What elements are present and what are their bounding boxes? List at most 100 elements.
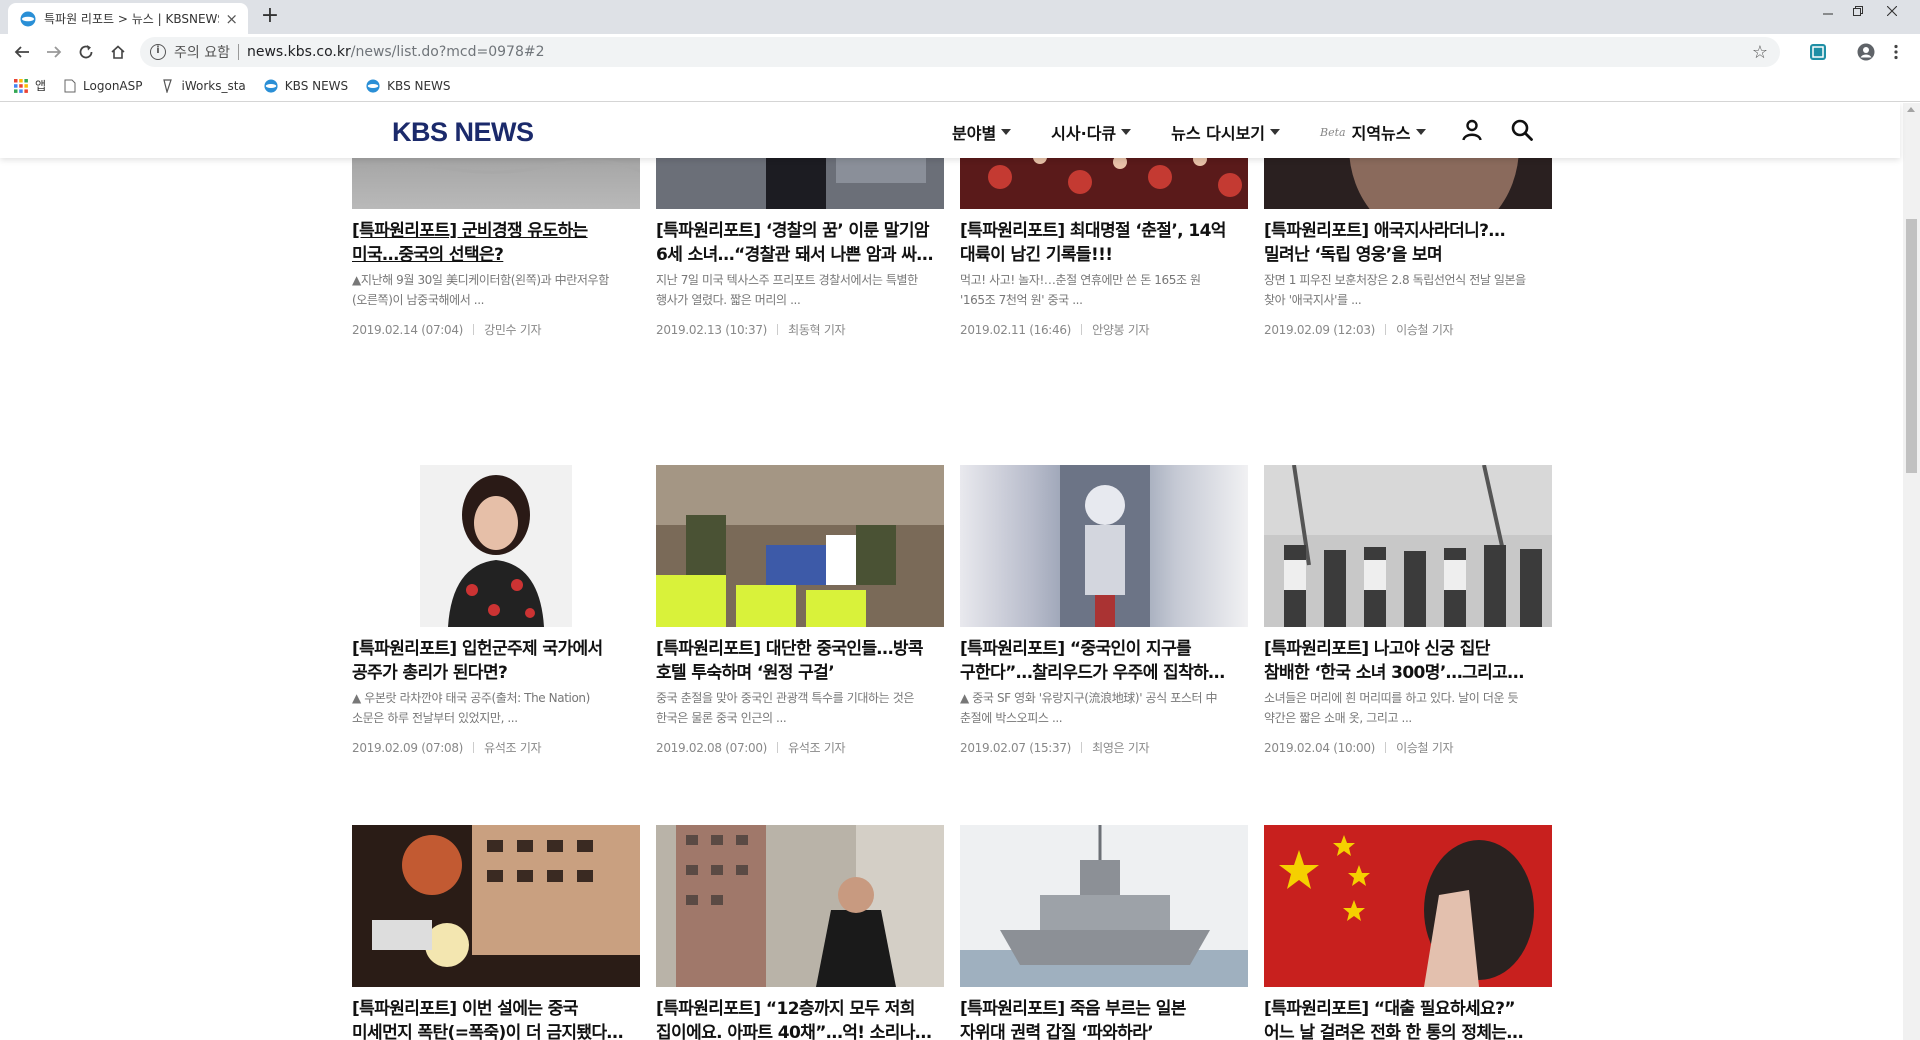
forward-arrow-icon[interactable]	[42, 40, 66, 64]
bookmark-label: KBS NEWS	[387, 78, 451, 93]
article-title[interactable]: [특파원리포트] 죽음 부르는 일본 자위대 권력 갑질 ‘파와하라’	[960, 997, 1248, 1040]
bookmarks-bar: 앱 LogonASP iWorks_sta KBS NEWS KBS NEWS	[0, 70, 1920, 102]
bookmark-label: LogonASP	[83, 78, 143, 93]
article-title[interactable]: [특파원리포트] 애국지사라더니?… 밀려난 ‘독립 영웅’을 보며	[1264, 219, 1552, 267]
article-title[interactable]: [특파원리포트] “12층까지 모두 저희 집이에요. 아파트 40채”…억! 소…	[656, 997, 944, 1040]
article-thumbnail[interactable]	[960, 465, 1248, 627]
article-summary: 소녀들은 머리에 흰 머리띠를 하고 있다. 날이 더운 듯 약간은 짧은 소매 …	[1264, 691, 1519, 725]
article-meta: 2019.02.13 (10:37) 최동혁 기자	[656, 321, 944, 338]
article-reporter: 유석조 기자	[788, 741, 846, 755]
article-date: 2019.02.07 (15:37)	[960, 741, 1072, 755]
bookmark-kbs-news-2[interactable]: KBS NEWS	[366, 78, 451, 93]
article-summary: ▲지난해 9월 30일 美디케이터함(왼쪽)과 中란저우함 (오른쪽)이 남중국해…	[352, 273, 609, 307]
article-meta: 2019.02.11 (16:46) 안양봉 기자	[960, 321, 1248, 338]
bookmark-label: KBS NEWS	[284, 78, 349, 93]
article-thumbnail[interactable]	[656, 825, 944, 987]
article-reporter: 최동혁 기자	[788, 323, 846, 337]
article-title[interactable]: [특파원리포트] 최대명절 ‘춘절’, 14억 대륙이 남긴 기록들!!!	[960, 219, 1248, 267]
kbs-favicon-icon	[20, 11, 36, 26]
article-meta: 2019.02.09 (07:08) 유석조 기자	[352, 739, 640, 756]
bookmark-apps[interactable]: 앱	[14, 77, 46, 94]
article-title[interactable]: [특파원리포트] ‘경찰의 꿈’ 이룬 말기암 6세 소녀…“경찰관 돼서 나쁜 …	[656, 219, 944, 267]
profile-icon[interactable]	[1854, 40, 1878, 64]
nav-label: 분야별	[952, 124, 997, 143]
nav-regional-news[interactable]: Beta 지역뉴스	[1320, 120, 1426, 144]
caret-down-icon	[1121, 129, 1132, 135]
article-thumbnail[interactable]	[1264, 465, 1552, 627]
article-thumbnail[interactable]	[352, 825, 640, 987]
article-title[interactable]: [특파원리포트] 군비경쟁 유도하는 미국…중국의 선택은?	[352, 219, 640, 267]
article-summary: ▲ 우본랏 라차깐야 태국 공주(출처: The Nation) 소문은 하루 전…	[352, 691, 590, 725]
article-title[interactable]: [특파원리포트] 이번 설에는 중국 미세먼지 폭탄(=폭죽)이 더 금지됐다…	[352, 997, 640, 1040]
article-summary: 중국 춘절을 맞아 중국인 관광객 특수를 기대하는 것은 한국은 물론 중국 인…	[656, 691, 914, 725]
beta-badge: Beta	[1320, 125, 1346, 139]
bookmark-star-icon[interactable]: ☆	[1752, 42, 1768, 63]
iworks-icon	[161, 78, 175, 93]
bookmark-iworks[interactable]: iWorks_sta	[161, 79, 246, 93]
article-summary: ▲ 중국 SF 영화 '유랑지구(流浪地球)' 공식 포스터 中 춘절에 박스오피…	[960, 691, 1218, 725]
article-title[interactable]: [특파원리포트] 입헌군주제 국가에서 공주가 총리가 된다면?	[352, 637, 640, 685]
article-reporter: 이승철 기자	[1396, 323, 1454, 337]
bookmark-logonasp[interactable]: LogonASP	[64, 78, 143, 93]
article-meta: 2019.02.14 (07:04) 강민수 기자	[352, 321, 640, 338]
nav-news-replay[interactable]: 뉴스 다시보기	[1171, 120, 1281, 144]
article-summary: 지난 7일 미국 텍사스주 프리포트 경찰서에서는 특별한 행사가 열렸다. 짧은…	[656, 273, 918, 307]
article-thumbnail[interactable]	[960, 825, 1248, 987]
address-bar[interactable]: i 주의 요함 news.kbs.co.kr/news/list.do?mcd=…	[140, 37, 1780, 67]
article-reporter: 강민수 기자	[484, 323, 542, 337]
scroll-up-arrow-icon[interactable]	[1907, 107, 1915, 112]
bookmark-label: iWorks_sta	[181, 78, 246, 93]
security-status: 주의 요함	[174, 45, 230, 61]
reload-icon[interactable]	[74, 40, 98, 64]
browser-tab-active[interactable]: 특파원 리포트 > 뉴스 | KBSNEWS ×	[8, 3, 248, 34]
close-window-icon[interactable]	[1870, 0, 1914, 22]
page-viewport: KBS NEWS 분야별 시사·다큐 뉴스 다시보기 Beta 지역뉴스 [특파원…	[0, 103, 1920, 1040]
search-icon[interactable]	[1510, 118, 1534, 142]
article-date: 2019.02.14 (07:04)	[352, 323, 464, 337]
article-title[interactable]: [특파원리포트] “대출 필요하세요?” 어느 날 걸려온 전화 한 통의 정체는…	[1264, 997, 1552, 1040]
article-summary: 장면 1 피우진 보훈처장은 2.8 독립선언식 전날 일본을 찾아 '애국지사'…	[1264, 273, 1526, 307]
article-reporter: 유석조 기자	[484, 741, 542, 755]
caret-down-icon	[1001, 129, 1012, 135]
article-date: 2019.02.13 (10:37)	[656, 323, 768, 337]
article-meta: 2019.02.04 (10:00) 이승철 기자	[1264, 739, 1552, 756]
nav-current-affairs[interactable]: 시사·다큐	[1051, 120, 1132, 144]
caret-down-icon	[1415, 129, 1426, 135]
menu-kebab-icon[interactable]	[1884, 40, 1908, 64]
article-title[interactable]: [특파원리포트] 나고야 신궁 집단 참배한 ‘한국 소녀 300명’…그리고…	[1264, 637, 1552, 685]
article-thumbnail[interactable]	[656, 465, 944, 627]
info-icon[interactable]: i	[150, 44, 166, 60]
kbs-favicon-icon	[366, 78, 380, 93]
article-meta: 2019.02.09 (12:03) 이승철 기자	[1264, 321, 1552, 338]
kbs-news-logo[interactable]: KBS NEWS	[392, 117, 534, 148]
home-icon[interactable]	[106, 40, 130, 64]
article-thumbnail[interactable]	[1264, 825, 1552, 987]
article-meta: 2019.02.08 (07:00) 유석조 기자	[656, 739, 944, 756]
user-icon[interactable]	[1460, 118, 1484, 142]
nav-label: 지역뉴스	[1351, 124, 1411, 143]
article-date: 2019.02.08 (07:00)	[656, 741, 768, 755]
article-date: 2019.02.09 (12:03)	[1264, 323, 1376, 337]
tab-close-icon[interactable]: ×	[225, 10, 238, 28]
kbs-favicon-icon	[264, 78, 278, 93]
nav-label: 시사·다큐	[1051, 124, 1117, 143]
article-meta: 2019.02.07 (15:37) 최영은 기자	[960, 739, 1248, 756]
new-tab-button[interactable]: +	[258, 5, 282, 29]
url-host: news.kbs.co.kr	[246, 44, 351, 60]
page-icon	[64, 79, 76, 93]
article-title[interactable]: [특파원리포트] 대단한 중국인들…방콕 호텔 투숙하며 ‘원정 구걸’	[656, 637, 944, 685]
nav-by-section[interactable]: 분야별	[952, 120, 1012, 144]
bookmark-kbs-news-1[interactable]: KBS NEWS	[264, 79, 348, 93]
article-thumbnail[interactable]	[352, 465, 640, 627]
extension-icon[interactable]	[1806, 40, 1830, 64]
article-reporter: 이승철 기자	[1396, 741, 1454, 755]
omnibox-divider	[237, 44, 239, 60]
article-title[interactable]: [특파원리포트] “중국인이 지구를 구한다”…찰리우드가 우주에 집착하…	[960, 637, 1248, 685]
tab-strip: 특파원 리포트 > 뉴스 | KBSNEWS × +	[0, 0, 1920, 34]
article-date: 2019.02.11 (16:46)	[960, 323, 1072, 337]
back-arrow-icon[interactable]	[10, 40, 34, 64]
page-scrollbar[interactable]	[1903, 103, 1920, 1040]
article-summary: 먹고! 사고! 놀자!…춘절 연휴에만 쓴 돈 165조 원 '165조 7천억 …	[960, 273, 1201, 307]
scrollbar-thumb[interactable]	[1906, 219, 1917, 473]
nav-label: 뉴스 다시보기	[1171, 124, 1266, 143]
